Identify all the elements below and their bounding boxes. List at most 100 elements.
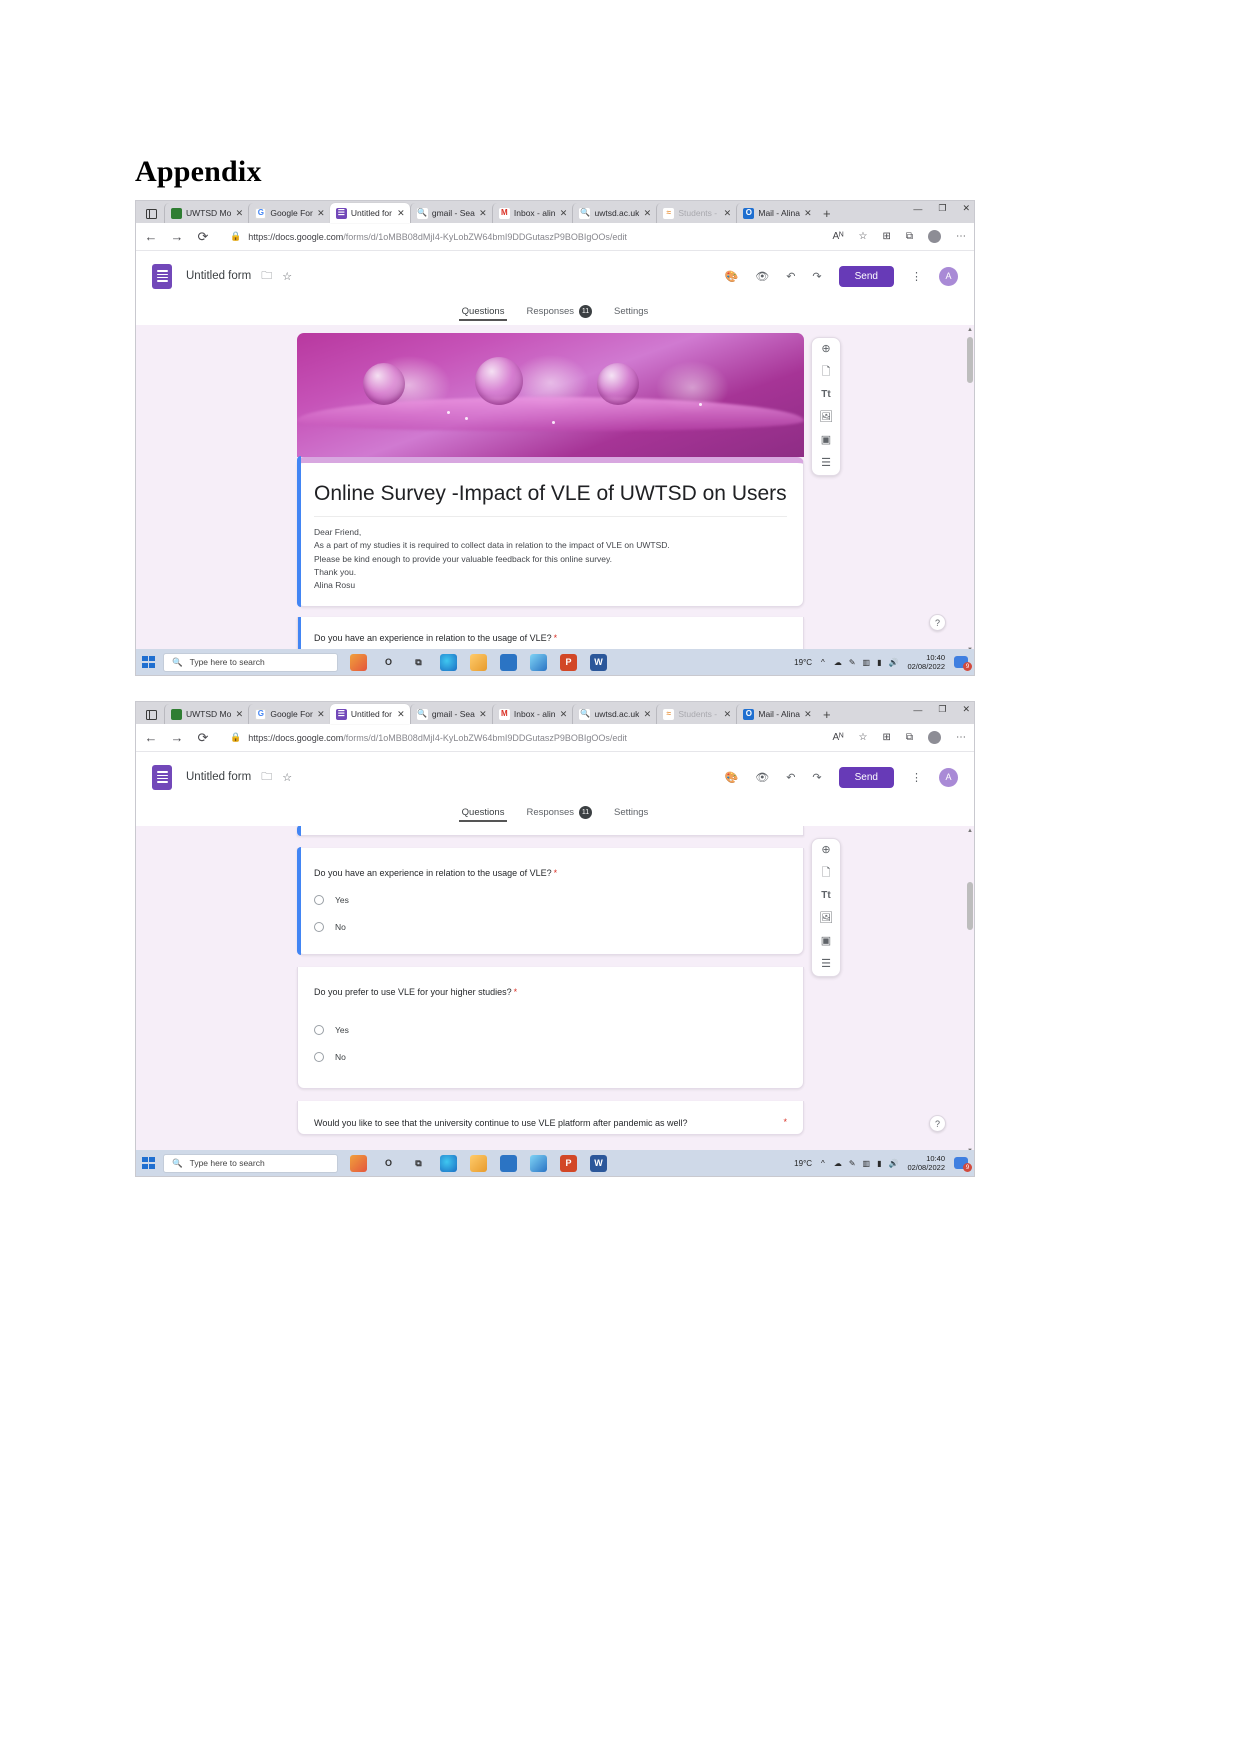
network-icon[interactable]: ▥ xyxy=(863,1159,871,1168)
theme-palette-icon[interactable]: 🎨 xyxy=(725,771,739,784)
browser-tab-uwtsd-acuk[interactable]: 🔍 uwtsd.ac.uk ✕ xyxy=(572,203,656,223)
minimize-button[interactable]: — xyxy=(913,705,922,715)
add-video-icon[interactable]: ▣ xyxy=(821,936,831,947)
file-explorer-icon[interactable] xyxy=(470,653,487,671)
favorites-bar-icon[interactable]: ⊞ xyxy=(882,732,890,743)
read-aloud-icon[interactable]: Aᴺ xyxy=(833,231,844,242)
opera-icon[interactable]: O xyxy=(380,654,397,671)
favorites-bar-icon[interactable]: ⊞ xyxy=(882,231,890,242)
maximize-button[interactable]: ❐ xyxy=(938,704,946,715)
onedrive-icon[interactable]: ☁ xyxy=(834,658,842,667)
read-aloud-icon[interactable]: Aᴺ xyxy=(833,732,844,743)
preview-eye-icon[interactable]: 👁 xyxy=(755,270,769,283)
browser-tab-students[interactable]: ≈ Students - ✕ xyxy=(656,704,736,724)
taskbar-clock[interactable]: 10:40 02/08/2022 xyxy=(907,653,945,672)
canvas-scrollbar-top[interactable]: ▲ ▼ xyxy=(965,325,974,655)
canvas-scrollbar-bottom[interactable]: ▲ ▼ xyxy=(965,826,974,1156)
taskbar-clock[interactable]: 10:40 02/08/2022 xyxy=(907,1154,945,1173)
taskbar-search-input[interactable]: 🔍 Type here to search xyxy=(163,1153,338,1173)
file-explorer-icon[interactable] xyxy=(470,1154,487,1172)
radio-icon[interactable] xyxy=(314,1025,324,1035)
tab-settings[interactable]: Settings xyxy=(614,306,648,321)
microsoft-store-icon[interactable] xyxy=(500,653,517,671)
collections-icon[interactable]: ⧉ xyxy=(906,732,913,743)
radio-icon[interactable] xyxy=(314,895,324,905)
form-description[interactable]: Dear Friend, As a part of my studies it … xyxy=(314,517,787,592)
question-card-1[interactable]: Do you have an experience in relation to… xyxy=(297,847,804,955)
form-title-field[interactable]: Untitled form xyxy=(186,771,251,783)
browser-tab-uwtsd[interactable]: UWTSD Mo ✕ xyxy=(164,704,248,724)
reload-button[interactable]: ⟳ xyxy=(196,730,210,746)
browser-settings-icon[interactable]: ⋯ xyxy=(956,231,966,242)
tab-actions-icon[interactable] xyxy=(140,205,162,223)
option-row[interactable]: Yes xyxy=(314,1025,787,1035)
widgets-icon[interactable] xyxy=(350,653,367,671)
minimize-button[interactable]: — xyxy=(913,204,922,214)
tab-close-icon[interactable]: ✕ xyxy=(804,709,812,720)
add-section-icon[interactable]: ☰ xyxy=(821,458,831,469)
forward-button[interactable]: → xyxy=(170,730,184,745)
browser-tab-students[interactable]: ≈ Students - ✕ xyxy=(656,203,736,223)
weather-temperature[interactable]: 19°C xyxy=(794,658,812,667)
account-avatar[interactable]: A xyxy=(939,266,958,286)
task-view-icon[interactable]: ⧉ xyxy=(410,654,427,671)
favorite-star-icon[interactable]: ☆ xyxy=(859,231,868,242)
maximize-button[interactable]: ❐ xyxy=(938,203,946,214)
back-button[interactable]: ← xyxy=(144,730,158,745)
collections-icon[interactable]: ⧉ xyxy=(906,231,913,242)
edge-icon[interactable] xyxy=(440,653,457,671)
volume-icon[interactable]: 🔊 xyxy=(888,658,898,667)
tray-chevron-icon[interactable]: ^ xyxy=(821,1159,825,1168)
start-button[interactable] xyxy=(142,655,157,669)
tab-close-icon[interactable]: ✕ xyxy=(235,208,244,219)
undo-icon[interactable]: ↶ xyxy=(786,771,795,784)
pen-icon[interactable]: ✎ xyxy=(849,1159,856,1168)
microsoft-store-icon[interactable] xyxy=(500,1154,517,1172)
send-button[interactable]: Send xyxy=(838,766,894,788)
tab-close-icon[interactable]: ✕ xyxy=(643,208,652,219)
more-options-icon[interactable]: ⋮ xyxy=(911,771,922,784)
tab-close-icon[interactable]: ✕ xyxy=(804,208,812,219)
tray-chevron-icon[interactable]: ^ xyxy=(821,658,825,667)
forward-button[interactable]: → xyxy=(170,229,184,244)
weather-temperature[interactable]: 19°C xyxy=(794,1159,812,1168)
add-question-icon[interactable]: ⊕ xyxy=(821,845,830,856)
url-input[interactable]: 🔒 https://docs.google.com/forms/d/1oMBB0… xyxy=(222,728,821,747)
form-title-field[interactable]: Untitled form xyxy=(186,270,251,282)
browser-tab-uwtsd[interactable]: UWTSD Mo ✕ xyxy=(164,203,248,223)
start-button[interactable] xyxy=(142,1156,157,1170)
tab-close-icon[interactable]: ✕ xyxy=(559,709,568,720)
tab-close-icon[interactable]: ✕ xyxy=(723,208,732,219)
preview-eye-icon[interactable]: 👁 xyxy=(755,771,769,784)
browser-tab-untitled-form[interactable]: ☰ Untitled for ✕ xyxy=(329,704,410,724)
browser-tab-inbox[interactable]: M Inbox - alin ✕ xyxy=(491,704,573,724)
tab-close-icon[interactable]: ✕ xyxy=(559,208,568,219)
new-tab-button[interactable]: + xyxy=(823,206,831,223)
mail-icon[interactable] xyxy=(530,1154,547,1172)
question-text[interactable]: Would you like to see that the universit… xyxy=(314,1117,773,1130)
question-card-3[interactable]: Would you like to see that the universit… xyxy=(297,1101,804,1135)
browser-tab-inbox[interactable]: M Inbox - alin ✕ xyxy=(491,203,573,223)
url-input[interactable]: 🔒 https://docs.google.com/forms/d/1oMBB0… xyxy=(222,227,821,246)
import-questions-icon[interactable]: 🗋 xyxy=(822,367,831,378)
form-title-card[interactable]: Online Survey -Impact of VLE of UWTSD on… xyxy=(297,455,804,608)
tab-close-icon[interactable]: ✕ xyxy=(479,709,487,720)
radio-icon[interactable] xyxy=(314,922,324,932)
more-options-icon[interactable]: ⋮ xyxy=(911,270,922,283)
browser-tab-untitled-form[interactable]: ☰ Untitled for ✕ xyxy=(329,203,410,223)
tab-close-icon[interactable]: ✕ xyxy=(643,709,652,720)
option-label[interactable]: Yes xyxy=(335,895,349,905)
browser-settings-icon[interactable]: ⋯ xyxy=(956,732,966,743)
add-section-icon[interactable]: ☰ xyxy=(821,959,831,970)
redo-icon[interactable]: ↷ xyxy=(812,270,821,283)
tab-settings[interactable]: Settings xyxy=(614,807,648,822)
back-button[interactable]: ← xyxy=(144,229,158,244)
browser-tab-gmail-search[interactable]: 🔍 gmail - Sea ✕ xyxy=(409,203,492,223)
question-text[interactable]: Do you prefer to use VLE for your higher… xyxy=(314,987,787,997)
opera-icon[interactable]: O xyxy=(380,1155,397,1172)
add-question-icon[interactable]: ⊕ xyxy=(821,344,830,355)
favorite-star-icon[interactable]: ☆ xyxy=(859,732,868,743)
onedrive-icon[interactable]: ☁ xyxy=(834,1159,842,1168)
edge-icon[interactable] xyxy=(440,1154,457,1172)
option-row[interactable]: No xyxy=(314,922,787,932)
